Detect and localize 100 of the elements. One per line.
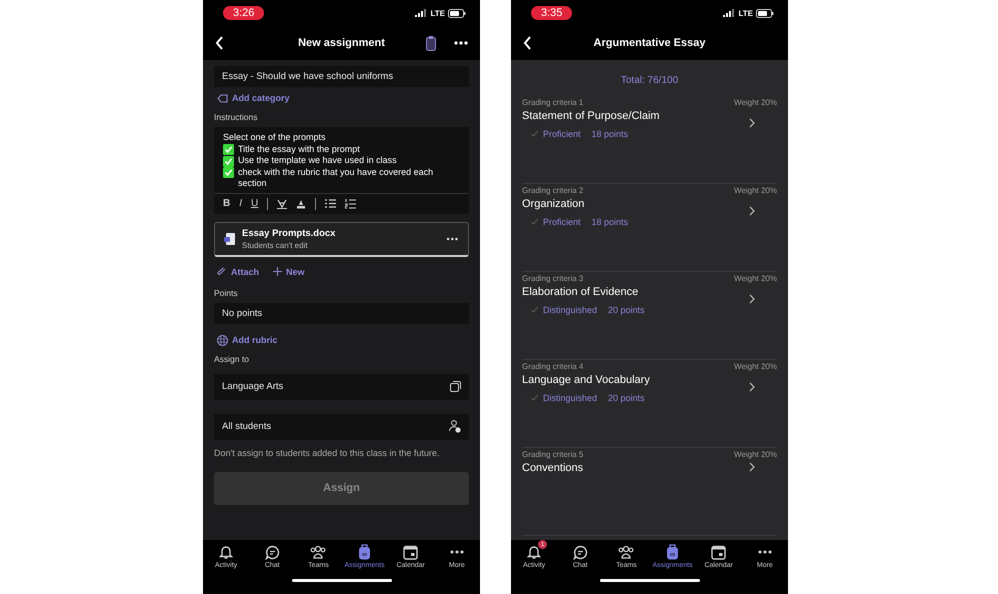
total-score: Total: 76/100 (620, 75, 678, 86)
criteria-number: Grading criteria 2 (522, 186, 584, 195)
instruction-line: Use the template we have used in class (238, 155, 397, 166)
signal-icon (415, 9, 428, 17)
attachment-card[interactable]: Essay Prompts.docx Students can't edit ••• (214, 222, 469, 256)
class-field[interactable]: Language Arts (214, 374, 469, 400)
bell-icon (219, 544, 234, 560)
back-icon[interactable] (215, 36, 224, 50)
bell-icon (527, 544, 542, 560)
battery-icon (448, 8, 466, 18)
criteria-number: Grading criteria 5 (522, 450, 584, 459)
attachment-permission: Students can't edit (242, 240, 309, 250)
criteria-level: Distinguished (543, 305, 598, 315)
status-time: 3:26 (223, 6, 264, 20)
screen-title: Argumentative Essay (594, 37, 706, 49)
criteria-row[interactable]: Grading criteria 1 Weight 20% Statement of Purpose/Claim Proficient 18 points (522, 96, 777, 184)
calendar-icon (711, 544, 726, 560)
checkmark-icon (223, 144, 234, 155)
criteria-level: Proficient (543, 129, 581, 139)
person-settings-icon (449, 420, 461, 433)
checkmark-icon (223, 156, 234, 166)
chevron-right-icon (749, 294, 755, 304)
criteria-points: 20 points (608, 305, 645, 315)
criteria-row[interactable]: Grading criteria 3 Weight 20% Elaboration of Evidence Distinguished 20 points (522, 272, 777, 360)
chat-icon (264, 544, 280, 560)
format-button[interactable]: B (223, 198, 230, 209)
add-category-link[interactable]: Add category (217, 93, 466, 103)
grid-icon (217, 334, 228, 346)
criteria-row[interactable]: Grading criteria 5 Weight 20% Conventions (522, 448, 777, 536)
criteria-points: 18 points (592, 217, 628, 227)
criteria-level: Distinguished (543, 393, 598, 403)
points-label: Points (214, 288, 239, 298)
calendar-icon (403, 544, 418, 560)
more-icon[interactable] (454, 41, 468, 45)
criteria-number: Grading criteria 4 (522, 362, 584, 371)
checkmark-icon (531, 395, 538, 401)
criteria-row[interactable]: Grading criteria 2 Weight 20% Organization Proficient 18 points (522, 184, 777, 272)
criteria-weight: Weight 20% (734, 450, 777, 459)
criteria-weight: Weight 20% (734, 186, 777, 195)
criteria-weight: Weight 20% (734, 362, 777, 371)
add-rubric-link[interactable]: Add rubric (217, 334, 466, 346)
students-value: All students (222, 421, 272, 432)
attachment-name: Essay Prompts.docx (242, 228, 336, 238)
assign-to-label: Assign to (214, 354, 250, 364)
paperclip-icon (217, 266, 227, 276)
battery-icon (756, 8, 774, 18)
assign-note: Don't assign to students added to this class in the future. (214, 446, 440, 458)
instructions-label: Instructions (214, 112, 258, 122)
screen-title: New assignment (298, 37, 385, 49)
criteria-row[interactable]: Grading criteria 4 Weight 20% Language and Vocabulary Distinguished 20 points (522, 360, 777, 448)
instructions-field[interactable]: Select one of the prompts Title the essay with the prompt Use the template we have used in class check with the rubric that you have covered each section B I U (214, 127, 469, 214)
students-field[interactable]: All students (214, 414, 469, 440)
criteria-points: 18 points (592, 129, 628, 139)
more-icon (450, 550, 464, 554)
instruction-line: Select one of the prompts (223, 132, 326, 144)
criteria-weight: Weight 20% (734, 274, 777, 283)
checkmark-icon (531, 307, 538, 313)
chevron-right-icon (749, 462, 755, 472)
bullet-list-icon[interactable] (325, 199, 336, 208)
more-icon (758, 550, 772, 554)
attach-action[interactable]: New (273, 266, 305, 276)
chevron-right-icon (749, 206, 755, 216)
chevron-right-icon (749, 382, 755, 392)
criteria-level: Proficient (543, 217, 581, 227)
backpack-icon (358, 544, 372, 560)
criteria-name: Organization (522, 198, 586, 210)
status-time: 3:35 (531, 6, 572, 20)
criteria-weight: Weight 20% (734, 98, 777, 107)
back-icon[interactable] (523, 36, 532, 50)
backpack-icon (666, 544, 680, 560)
plus-icon (273, 267, 282, 276)
criteria-name: Language and Vocabulary (522, 374, 650, 386)
tag-icon (217, 94, 228, 102)
checkmark-icon (531, 131, 538, 137)
criteria-name: Elaboration of Evidence (522, 286, 640, 298)
criteria-points: 20 points (608, 393, 645, 403)
criteria-number: Grading criteria 1 (522, 98, 584, 107)
instruction-line: Title the essay with the prompt (238, 144, 360, 155)
title-field[interactable]: Essay - Should we have school uniforms (214, 66, 469, 87)
chevron-right-icon (749, 118, 755, 128)
signal-icon (723, 9, 736, 17)
format-button[interactable]: U (251, 198, 258, 209)
attachment-menu-button[interactable]: ••• (446, 234, 459, 244)
network-label: LTE (430, 8, 445, 18)
points-field[interactable]: No points (214, 302, 469, 324)
chat-icon (572, 544, 588, 560)
network-label: LTE (738, 8, 753, 18)
text-color-icon[interactable] (296, 198, 306, 208)
clipboard-icon[interactable] (426, 36, 436, 50)
document-icon (224, 232, 235, 244)
criteria-number: Grading criteria 3 (522, 274, 584, 283)
numbered-list-icon[interactable] (345, 198, 356, 208)
highlighter-icon[interactable] (277, 198, 288, 208)
criteria-name: Statement of Purpose/Claim (522, 110, 660, 122)
checkmark-icon (223, 167, 234, 178)
checkmark-icon (531, 219, 538, 225)
attach-action[interactable]: Attach (217, 266, 260, 276)
criteria-name: Conventions (522, 462, 584, 474)
format-button[interactable]: I (239, 198, 242, 209)
class-name: Language Arts (222, 381, 284, 392)
